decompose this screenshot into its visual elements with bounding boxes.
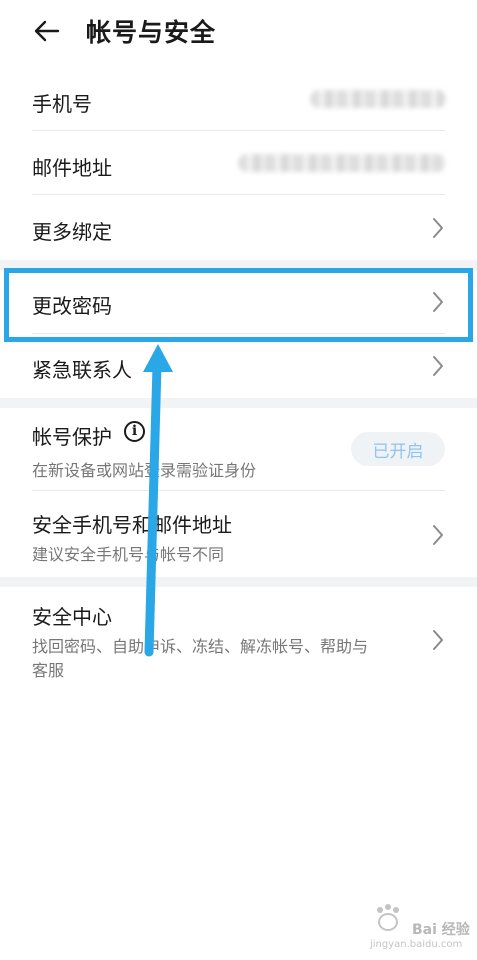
- annotation-arrow: [143, 344, 173, 657]
- watermark-url: jingyan.baidu.com: [370, 939, 463, 950]
- watermark-text: Bai 经验: [412, 922, 470, 938]
